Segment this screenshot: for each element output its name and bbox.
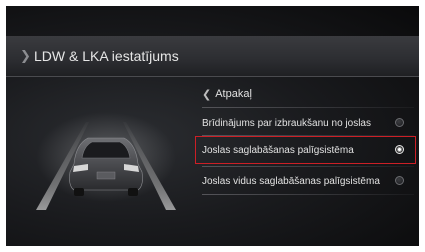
header-bar: ❯ LDW & LKA iestatījums [6, 36, 419, 77]
car-rear-view-illustration [36, 112, 176, 210]
radio-button[interactable] [395, 118, 404, 127]
option-lane-departure-warning[interactable]: Brīdinājums par izbraukšanu no joslas [202, 111, 412, 135]
page-title: LDW & LKA iestatījums [34, 48, 179, 64]
divider [202, 166, 414, 167]
divider [202, 194, 414, 195]
chevron-right-icon: ❯ [20, 48, 31, 63]
chevron-left-icon: ❮ [202, 88, 212, 101]
back-button[interactable]: ❮ Atpakaļ [202, 84, 252, 104]
option-label: Joslas vidus saglabāšanas palīgsistēma [202, 175, 380, 187]
option-lane-keeping-assist[interactable]: Joslas saglabāšanas palīgsistēma [202, 138, 412, 162]
back-label: Atpakaļ [215, 88, 252, 100]
infotainment-screen: ❯ LDW & LKA iestatījums ❮ Atpakaļ Brīdin… [6, 6, 419, 246]
option-lane-centering-assist[interactable]: Joslas vidus saglabāšanas palīgsistēma [202, 169, 412, 193]
radio-button-selected[interactable] [395, 145, 404, 154]
option-label: Joslas saglabāšanas palīgsistēma [202, 144, 354, 156]
divider [202, 107, 414, 108]
radio-button[interactable] [395, 176, 404, 185]
option-label: Brīdinājums par izbraukšanu no joslas [202, 117, 371, 129]
